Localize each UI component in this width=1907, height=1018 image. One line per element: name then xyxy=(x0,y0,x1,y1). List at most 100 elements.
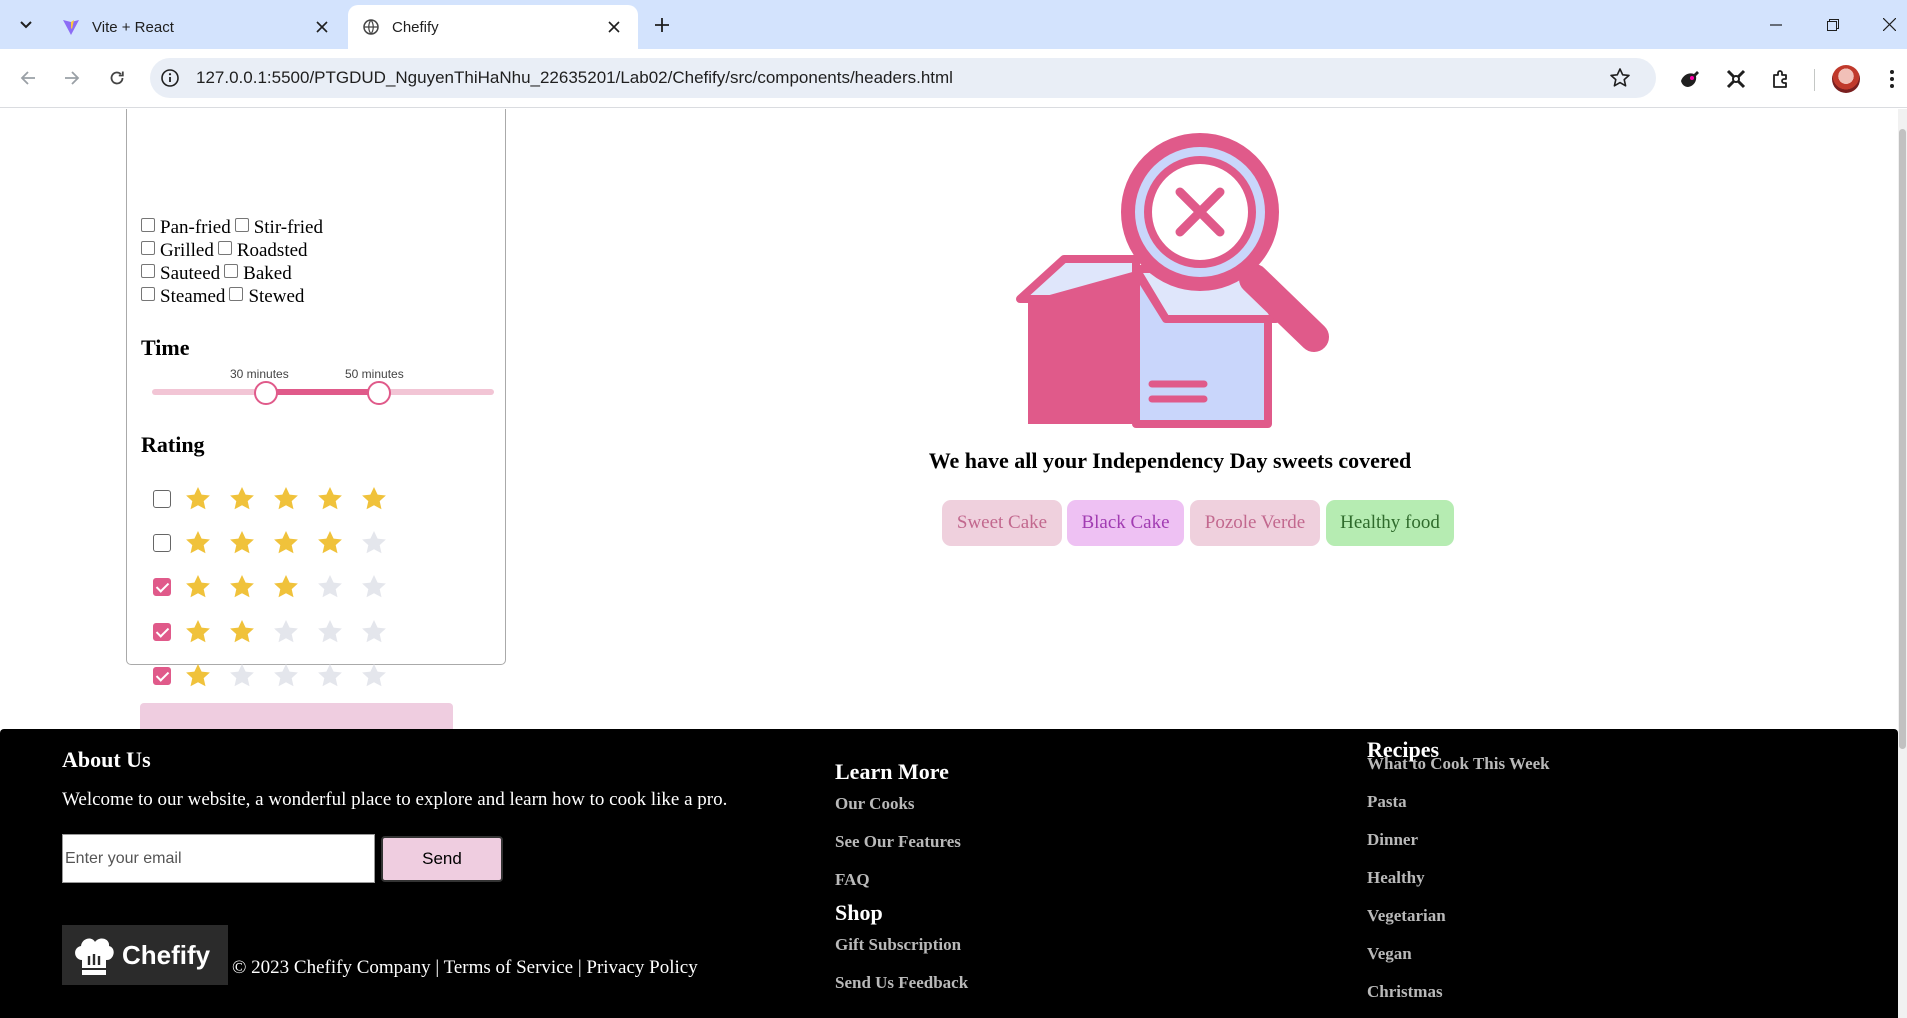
copyright-text[interactable]: © 2023 Chefify Company | Terms of Servic… xyxy=(232,957,698,979)
slider-selected-range xyxy=(267,389,380,395)
tab-title: Vite + React xyxy=(92,18,174,36)
star-filled-icon xyxy=(186,487,210,510)
chip-pozole-verde[interactable]: Pozole Verde xyxy=(1190,500,1320,546)
vite-logo-icon xyxy=(62,18,80,36)
footer-link-recipe[interactable]: Vegetarian xyxy=(1367,906,1446,926)
restore-icon[interactable] xyxy=(1810,0,1856,49)
star-empty-icon xyxy=(362,664,386,687)
star-empty-icon xyxy=(318,664,342,687)
rating-row[interactable] xyxy=(153,484,403,514)
star-empty-icon xyxy=(362,575,386,598)
site-info-icon[interactable] xyxy=(160,68,180,88)
extension-icon[interactable] xyxy=(1677,66,1703,92)
close-window-icon[interactable] xyxy=(1866,0,1907,49)
bookmark-star-icon[interactable] xyxy=(1608,66,1632,90)
rating-checkbox[interactable] xyxy=(153,578,171,596)
chip-sweet-cake[interactable]: Sweet Cake xyxy=(942,500,1062,546)
star-filled-icon xyxy=(186,531,210,554)
reload-icon[interactable] xyxy=(101,62,133,94)
star-filled-icon xyxy=(230,575,254,598)
footer-link-recipe[interactable]: Healthy xyxy=(1367,868,1425,888)
star-empty-icon xyxy=(318,575,342,598)
star-empty-icon xyxy=(274,664,298,687)
tab-title: Chefify xyxy=(392,18,439,36)
shop-title: Shop xyxy=(835,900,883,925)
menu-kebab-icon[interactable] xyxy=(1879,66,1905,92)
footer-link-recipe[interactable]: What to Cook This Week xyxy=(1367,754,1550,774)
star-filled-icon xyxy=(230,531,254,554)
slider-max-handle[interactable] xyxy=(367,381,391,405)
footer-link-faq[interactable]: FAQ xyxy=(835,870,870,890)
star-empty-icon xyxy=(274,620,298,643)
chip-healthy-food[interactable]: Healthy food xyxy=(1326,500,1454,546)
slider-max-label: 50 minutes xyxy=(345,367,404,381)
rating-checkbox[interactable] xyxy=(153,534,171,552)
time-section-title: Time xyxy=(141,335,190,360)
send-button[interactable]: Send xyxy=(381,836,503,882)
star-filled-icon xyxy=(230,620,254,643)
star-filled-icon xyxy=(318,487,342,510)
empty-box-search-illustration xyxy=(1016,133,1329,428)
close-tab-icon[interactable] xyxy=(312,17,332,37)
forward-icon[interactable] xyxy=(56,62,88,94)
rating-checkbox[interactable] xyxy=(153,623,171,641)
star-filled-icon xyxy=(362,487,386,510)
slider-min-handle[interactable] xyxy=(254,381,278,405)
star-filled-icon xyxy=(186,620,210,643)
footer-link-recipe[interactable]: Vegan xyxy=(1367,944,1412,964)
browser-tab-vite[interactable]: Vite + React xyxy=(48,5,346,49)
filter-panel: Pan-fried Stir-fried Grilled Roadsted Sa… xyxy=(126,109,507,773)
globe-icon xyxy=(362,18,380,36)
footer-link-gift-subscription[interactable]: Gift Subscription xyxy=(835,935,961,955)
footer-link-recipe[interactable]: Dinner xyxy=(1367,830,1418,850)
rating-row[interactable] xyxy=(153,661,403,691)
footer: About Us Welcome to our website, a wonde… xyxy=(0,729,1898,1018)
star-filled-icon xyxy=(274,531,298,554)
toolbar-separator xyxy=(1814,69,1815,91)
about-us-title: About Us xyxy=(62,747,151,772)
browser-tab-chefify[interactable]: Chefify xyxy=(348,5,638,49)
footer-link-features[interactable]: See Our Features xyxy=(835,832,961,852)
back-icon[interactable] xyxy=(12,62,44,94)
rating-row[interactable] xyxy=(153,528,403,558)
profile-avatar[interactable] xyxy=(1832,65,1860,93)
time-range-slider[interactable]: 30 minutes 50 minutes xyxy=(127,225,507,405)
url-text[interactable]: 127.0.0.1:5500/PTGDUD_NguyenThiHaNhu_226… xyxy=(196,68,953,88)
tab-search-icon[interactable] xyxy=(12,11,40,39)
empty-state-message: We have all your Independency Day sweets… xyxy=(928,448,1412,473)
chip-black-cake[interactable]: Black Cake xyxy=(1067,500,1184,546)
rating-checkbox[interactable] xyxy=(153,667,171,685)
star-empty-icon xyxy=(362,620,386,643)
star-empty-icon xyxy=(318,620,342,643)
chefify-logo[interactable]: Chefify xyxy=(62,925,228,985)
footer-link-recipe[interactable]: Pasta xyxy=(1367,792,1407,812)
address-bar[interactable]: 127.0.0.1:5500/PTGDUD_NguyenThiHaNhu_226… xyxy=(150,58,1656,98)
star-filled-icon xyxy=(186,664,210,687)
star-empty-icon xyxy=(230,664,254,687)
footer-link-recipe[interactable]: Christmas xyxy=(1367,982,1443,1002)
email-input[interactable]: Enter your email xyxy=(62,834,375,883)
page-viewport: Pan-fried Stir-fried Grilled Roadsted Sa… xyxy=(0,109,1907,1018)
browser-toolbar: 127.0.0.1:5500/PTGDUD_NguyenThiHaNhu_226… xyxy=(0,49,1907,108)
new-tab-icon[interactable] xyxy=(648,11,676,39)
scrollbar-thumb[interactable] xyxy=(1899,129,1906,749)
minimize-icon[interactable] xyxy=(1753,0,1799,49)
about-us-text: Welcome to our website, a wonderful plac… xyxy=(62,789,728,810)
page-scrollbar[interactable] xyxy=(1898,109,1907,1018)
chef-hat-icon xyxy=(75,938,114,975)
star-filled-icon xyxy=(274,487,298,510)
devtools-extension-icon[interactable] xyxy=(1723,66,1749,92)
rating-checkbox[interactable] xyxy=(153,490,171,508)
slider-min-label: 30 minutes xyxy=(230,367,289,381)
footer-link-feedback[interactable]: Send Us Feedback xyxy=(835,973,968,993)
rating-row[interactable] xyxy=(153,617,403,647)
close-tab-icon[interactable] xyxy=(604,17,624,37)
star-filled-icon xyxy=(230,487,254,510)
extensions-puzzle-icon[interactable] xyxy=(1768,66,1794,92)
footer-link-our-cooks[interactable]: Our Cooks xyxy=(835,794,915,814)
star-filled-icon xyxy=(274,575,298,598)
star-filled-icon xyxy=(318,531,342,554)
rating-row[interactable] xyxy=(153,572,403,602)
logo-text: Chefify xyxy=(122,939,211,970)
browser-tab-strip: Vite + React Chefify xyxy=(0,0,1907,49)
